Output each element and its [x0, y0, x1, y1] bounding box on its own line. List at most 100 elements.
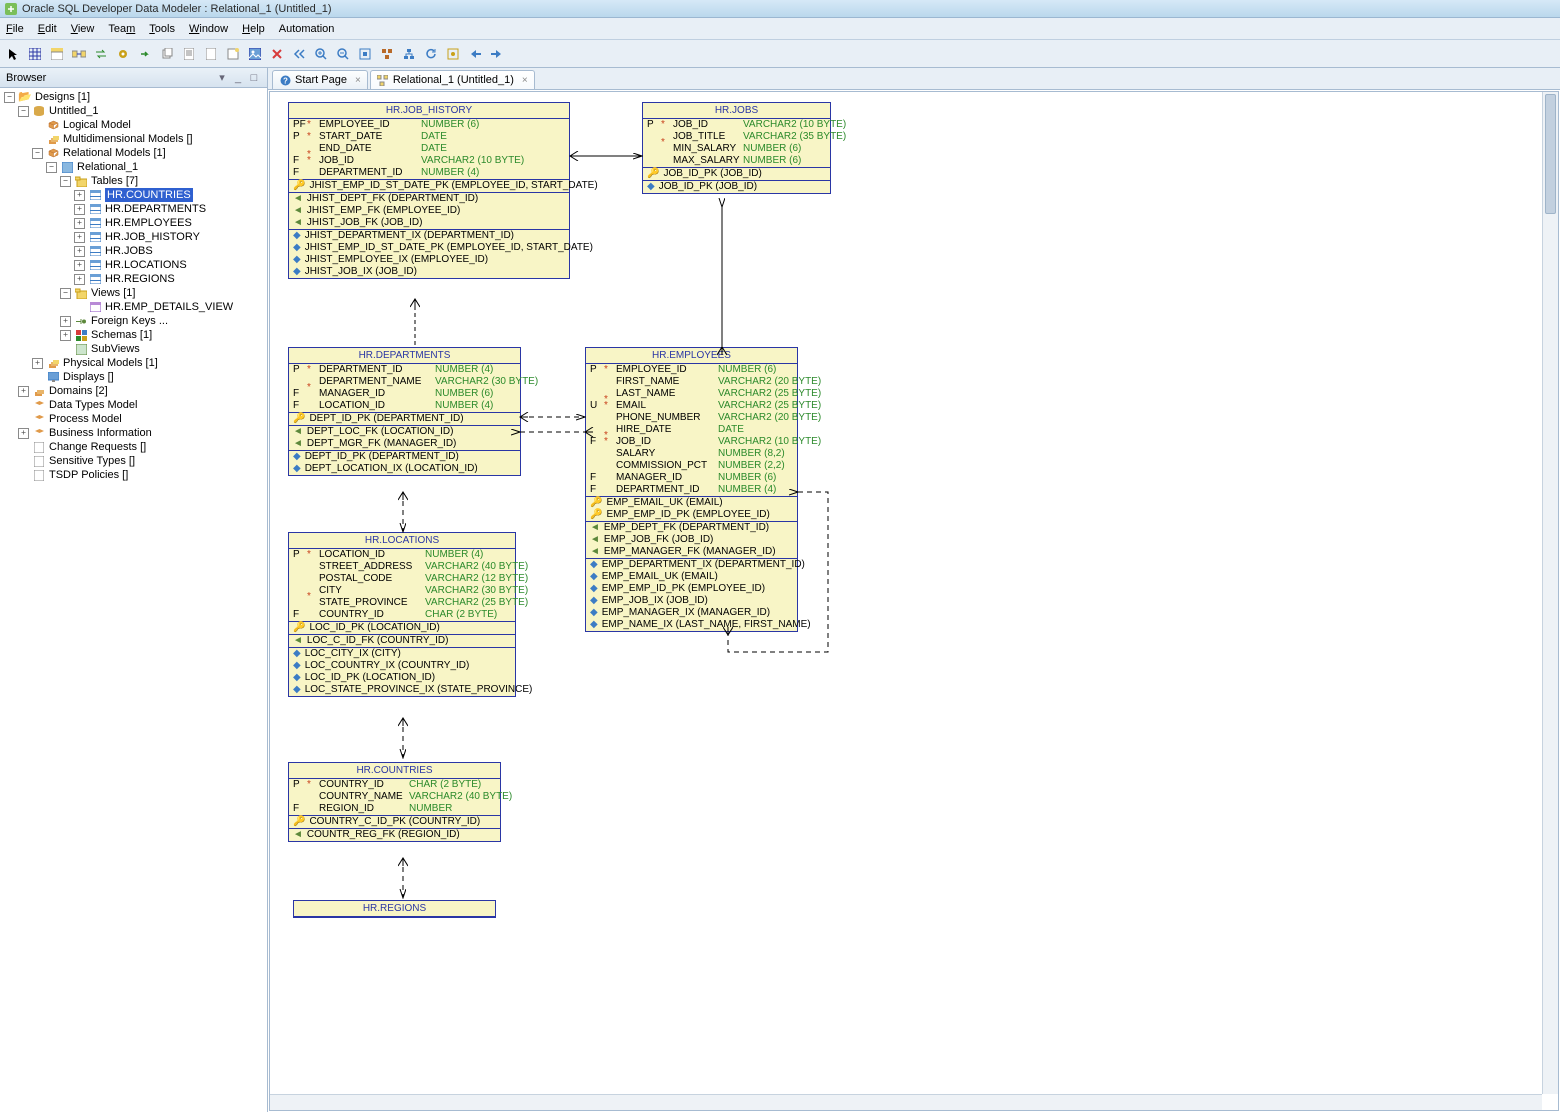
column-row[interactable]: P*LOCATION_IDNUMBER (4): [289, 549, 515, 561]
fk-row[interactable]: ◄COUNTR_REG_FK (REGION_ID): [289, 829, 500, 841]
column-row[interactable]: *DEPARTMENT_NAMEVARCHAR2 (30 BYTE): [289, 376, 520, 388]
column-row[interactable]: FIRST_NAMEVARCHAR2 (20 BYTE): [586, 376, 797, 388]
column-row[interactable]: P*COUNTRY_IDCHAR (2 BYTE): [289, 779, 500, 791]
menu-automation[interactable]: Automation: [279, 23, 335, 35]
tool-relation-icon[interactable]: [70, 45, 88, 63]
tool-table-icon[interactable]: [48, 45, 66, 63]
tool-swap-icon[interactable]: [92, 45, 110, 63]
ix-row[interactable]: ◆LOC_COUNTRY_IX (COUNTRY_ID): [289, 660, 515, 672]
tool-forward-icon[interactable]: [488, 45, 506, 63]
tool-back-icon[interactable]: [466, 45, 484, 63]
tree-multi[interactable]: Multidimensional Models []: [63, 132, 193, 146]
entity-regions[interactable]: HR.REGIONS: [293, 900, 496, 918]
column-row[interactable]: *JOB_TITLEVARCHAR2 (35 BYTE): [643, 131, 830, 143]
ix-row[interactable]: ◆EMP_JOB_IX (JOB_ID): [586, 595, 797, 607]
tree-hr-jobhistory[interactable]: HR.JOB_HISTORY: [105, 230, 200, 244]
fk-row[interactable]: ◄DEPT_MGR_FK (MANAGER_ID): [289, 438, 520, 450]
tool-new-icon[interactable]: [224, 45, 242, 63]
tool-zoom-out-icon[interactable]: [334, 45, 352, 63]
panel-dropdown-icon[interactable]: ▾: [215, 71, 229, 85]
menu-file[interactable]: File: [6, 23, 24, 35]
tree-rel1[interactable]: Relational_1: [77, 160, 138, 174]
column-row[interactable]: SALARYNUMBER (8,2): [586, 448, 797, 460]
column-row[interactable]: COMMISSION_PCTNUMBER (2,2): [586, 460, 797, 472]
ix-row[interactable]: ◆JHIST_DEPARTMENT_IX (DEPARTMENT_ID): [289, 230, 569, 242]
pk-row[interactable]: 🔑COUNTRY_C_ID_PK (COUNTRY_ID): [289, 816, 500, 828]
tool-doc2-icon[interactable]: [202, 45, 220, 63]
tool-gear-icon[interactable]: [114, 45, 132, 63]
column-row[interactable]: MIN_SALARYNUMBER (6): [643, 143, 830, 155]
column-row[interactable]: MAX_SALARYNUMBER (6): [643, 155, 830, 167]
tool-layout-icon[interactable]: [378, 45, 396, 63]
pk-row[interactable]: 🔑LOC_ID_PK (LOCATION_ID): [289, 622, 515, 634]
tool-fit-icon[interactable]: [356, 45, 374, 63]
tree-schemas[interactable]: Schemas [1]: [91, 328, 152, 342]
pk-row[interactable]: 🔑EMP_EMAIL_UK (EMAIL): [586, 497, 797, 509]
column-row[interactable]: PHONE_NUMBERVARCHAR2 (20 BYTE): [586, 412, 797, 424]
menu-team[interactable]: Team: [108, 23, 135, 35]
fk-row[interactable]: ◄JHIST_DEPT_FK (DEPARTMENT_ID): [289, 193, 569, 205]
column-row[interactable]: FREGION_IDNUMBER: [289, 803, 500, 815]
tree-physical[interactable]: Physical Models [1]: [63, 356, 158, 370]
entity-locations[interactable]: HR.LOCATIONSP*LOCATION_IDNUMBER (4)STREE…: [288, 532, 516, 697]
fk-row[interactable]: ◄EMP_DEPT_FK (DEPARTMENT_ID): [586, 522, 797, 534]
ix-row[interactable]: ◆EMP_EMP_ID_PK (EMPLOYEE_ID): [586, 583, 797, 595]
tree-hr-regions[interactable]: HR.REGIONS: [105, 272, 175, 286]
column-row[interactable]: POSTAL_CODEVARCHAR2 (12 BYTE): [289, 573, 515, 585]
tool-rewind-icon[interactable]: [290, 45, 308, 63]
tree-hr-countries[interactable]: HR.COUNTRIES: [105, 188, 193, 202]
menu-tools[interactable]: Tools: [149, 23, 175, 35]
ix-row[interactable]: ◆EMP_NAME_IX (LAST_NAME, FIRST_NAME): [586, 619, 797, 631]
menu-edit[interactable]: Edit: [38, 23, 57, 35]
column-row[interactable]: *END_DATEDATE: [289, 143, 569, 155]
column-row[interactable]: F*JOB_IDVARCHAR2 (10 BYTE): [586, 436, 797, 448]
column-row[interactable]: PF*EMPLOYEE_IDNUMBER (6): [289, 119, 569, 131]
pk-row[interactable]: 🔑JHIST_EMP_ID_ST_DATE_PK (EMPLOYEE_ID, S…: [289, 180, 569, 192]
tree-hr-jobs[interactable]: HR.JOBS: [105, 244, 153, 258]
vertical-scrollbar[interactable]: [1542, 92, 1558, 1094]
pk-row[interactable]: 🔑JOB_ID_PK (JOB_ID): [643, 168, 830, 180]
ix-row[interactable]: ◆EMP_EMAIL_UK (EMAIL): [586, 571, 797, 583]
column-row[interactable]: COUNTRY_NAMEVARCHAR2 (40 BYTE): [289, 791, 500, 803]
column-row[interactable]: FDEPARTMENT_IDNUMBER (4): [289, 167, 569, 179]
fk-row[interactable]: ◄JHIST_JOB_FK (JOB_ID): [289, 217, 569, 229]
column-row[interactable]: *CITYVARCHAR2 (30 BYTE): [289, 585, 515, 597]
ix-row[interactable]: ◆JHIST_JOB_IX (JOB_ID): [289, 266, 569, 278]
tree-fks[interactable]: Foreign Keys ...: [91, 314, 168, 328]
tree-tsdp[interactable]: TSDP Policies []: [49, 468, 128, 482]
column-row[interactable]: *LAST_NAMEVARCHAR2 (25 BYTE): [586, 388, 797, 400]
entity-jobs[interactable]: HR.JOBSP*JOB_IDVARCHAR2 (10 BYTE)*JOB_TI…: [642, 102, 831, 194]
tool-delete-x-icon[interactable]: [268, 45, 286, 63]
tab-start-page[interactable]: ? Start Page ×: [272, 70, 368, 89]
menu-window[interactable]: Window: [189, 23, 228, 35]
tree-relmodels[interactable]: Relational Models [1]: [63, 146, 166, 160]
tool-copy-icon[interactable]: [158, 45, 176, 63]
menu-view[interactable]: View: [71, 23, 95, 35]
pk-row[interactable]: 🔑DEPT_ID_PK (DEPARTMENT_ID): [289, 413, 520, 425]
ix-row[interactable]: ◆EMP_DEPARTMENT_IX (DEPARTMENT_ID): [586, 559, 797, 571]
menu-help[interactable]: Help: [242, 23, 265, 35]
tree-tables[interactable]: Tables [7]: [91, 174, 138, 188]
tool-grid-icon[interactable]: [26, 45, 44, 63]
ix-row[interactable]: ◆EMP_MANAGER_IX (MANAGER_ID): [586, 607, 797, 619]
tool-target-icon[interactable]: [444, 45, 462, 63]
column-row[interactable]: STATE_PROVINCEVARCHAR2 (25 BYTE): [289, 597, 515, 609]
tree-designs[interactable]: Designs [1]: [35, 90, 90, 104]
column-row[interactable]: P*DEPARTMENT_IDNUMBER (4): [289, 364, 520, 376]
column-row[interactable]: P*EMPLOYEE_IDNUMBER (6): [586, 364, 797, 376]
entity-job_history[interactable]: HR.JOB_HISTORYPF*EMPLOYEE_IDNUMBER (6)P*…: [288, 102, 570, 279]
column-row[interactable]: FCOUNTRY_IDCHAR (2 BYTE): [289, 609, 515, 621]
tree-domains[interactable]: Domains [2]: [49, 384, 108, 398]
tree-process[interactable]: Process Model: [49, 412, 122, 426]
tree-untitled[interactable]: Untitled_1: [49, 104, 99, 118]
ix-row[interactable]: ◆JHIST_EMPLOYEE_IX (EMPLOYEE_ID): [289, 254, 569, 266]
tree-subviews[interactable]: SubViews: [91, 342, 140, 356]
tool-cursor-icon[interactable]: [4, 45, 22, 63]
tree-logical[interactable]: Logical Model: [63, 118, 131, 132]
panel-maximize-icon[interactable]: □: [247, 71, 261, 85]
fk-row[interactable]: ◄JHIST_EMP_FK (EMPLOYEE_ID): [289, 205, 569, 217]
ix-row[interactable]: ◆DEPT_ID_PK (DEPARTMENT_ID): [289, 451, 520, 463]
browser-tree[interactable]: −📂Designs [1] −Untitled_1 Logical Model …: [0, 88, 267, 1112]
column-row[interactable]: FLOCATION_IDNUMBER (4): [289, 400, 520, 412]
tree-hr-departments[interactable]: HR.DEPARTMENTS: [105, 202, 206, 216]
